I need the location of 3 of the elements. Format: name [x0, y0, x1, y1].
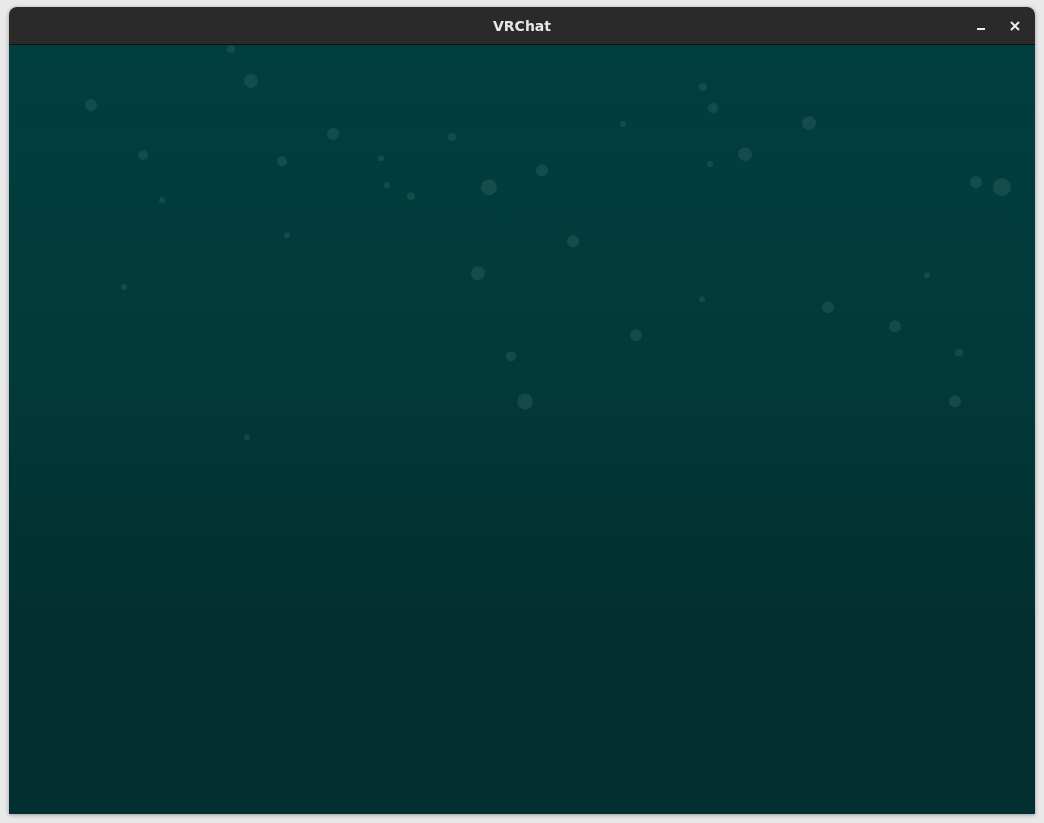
minimize-icon	[977, 27, 985, 30]
window-title: VRChat	[493, 17, 551, 34]
close-icon	[1010, 20, 1020, 31]
